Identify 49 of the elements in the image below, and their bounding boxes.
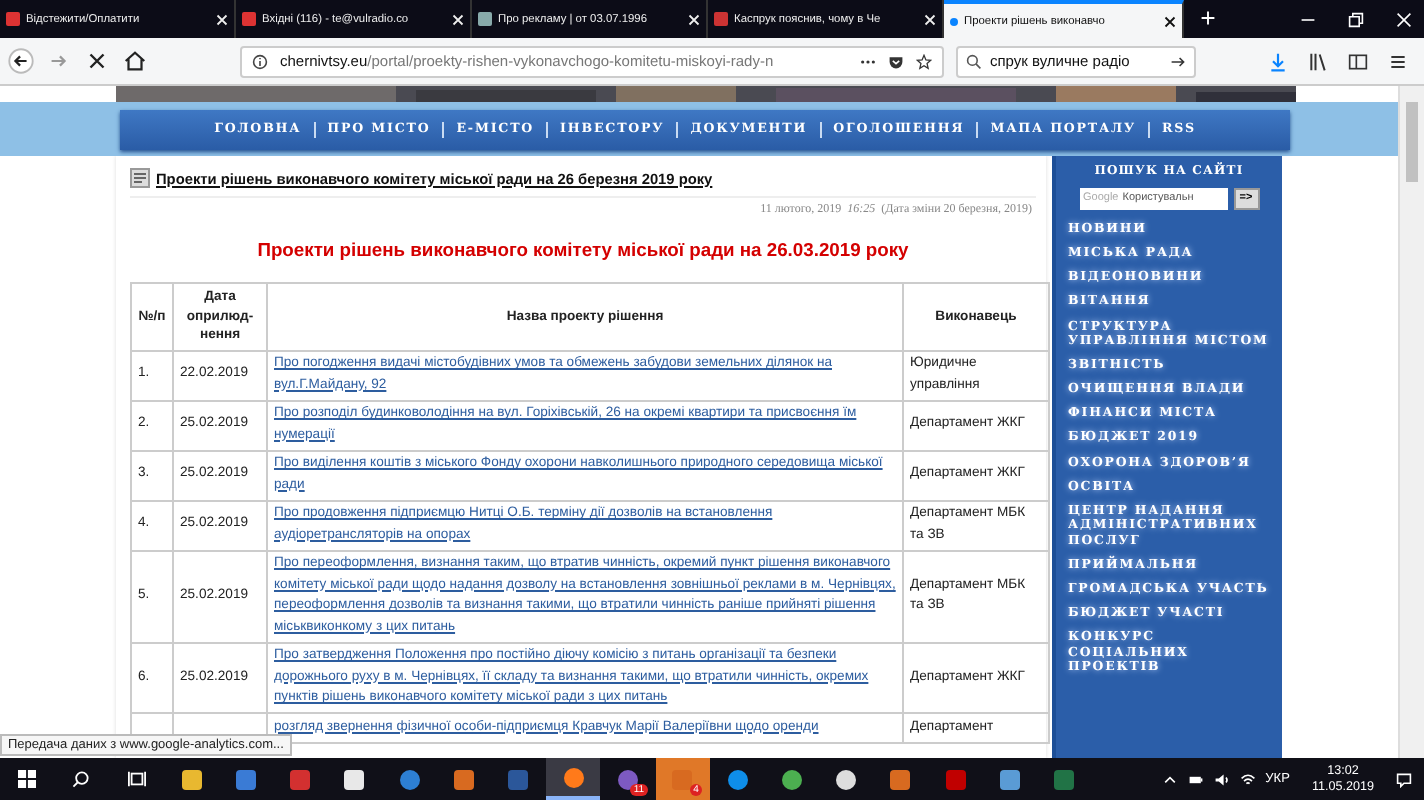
pocket-icon[interactable]	[888, 53, 904, 69]
scrollbar[interactable]	[1398, 86, 1424, 758]
app-icon	[781, 769, 802, 789]
app-icon	[672, 769, 693, 789]
close-icon[interactable]	[1164, 15, 1176, 27]
page-heading: Проекти рішень виконавчого комітету міської ради на 26.03.2019 року	[255, 236, 911, 264]
app-icon	[454, 769, 475, 789]
app-icon	[563, 767, 584, 787]
chevron-up-icon[interactable]	[1161, 771, 1178, 787]
go-arrow-icon[interactable]	[1170, 53, 1186, 69]
app-icon	[836, 769, 857, 789]
app-icon	[399, 769, 420, 789]
info-icon[interactable]	[252, 53, 268, 69]
app-icon	[727, 769, 747, 789]
star-icon[interactable]	[916, 53, 932, 69]
stop-icon[interactable]	[84, 48, 110, 74]
taskbar-app-button[interactable]	[545, 758, 601, 800]
app-icon	[508, 769, 529, 789]
app-icon	[945, 769, 966, 789]
favicon-icon	[242, 12, 256, 26]
sidebar-icon[interactable]	[1348, 51, 1368, 71]
app-icon	[344, 769, 365, 789]
app-icon	[235, 769, 256, 789]
favicon-icon	[950, 17, 958, 25]
document-icon	[130, 168, 150, 188]
network-icon[interactable]	[1239, 771, 1256, 787]
battery-icon[interactable]	[1187, 771, 1204, 787]
restore-icon[interactable]	[1348, 11, 1364, 27]
windows-icon	[18, 770, 37, 788]
app-icon	[1054, 769, 1075, 789]
search-icon	[72, 770, 91, 788]
favicon-icon	[6, 12, 20, 26]
new-tab-icon[interactable]	[1200, 10, 1216, 26]
menu-icon[interactable]	[1388, 51, 1408, 71]
app-icon	[999, 769, 1020, 789]
search-icon	[966, 53, 982, 69]
back-icon[interactable]	[8, 48, 34, 74]
app-icon	[617, 769, 638, 789]
task-view-icon	[127, 770, 146, 788]
favicon-icon	[714, 12, 728, 26]
app-icon	[181, 769, 202, 789]
favicon-icon	[478, 12, 492, 26]
home-icon[interactable]	[122, 48, 148, 74]
notifications-icon[interactable]	[1396, 771, 1412, 787]
speaker-icon[interactable]	[1213, 771, 1230, 787]
app-icon	[890, 769, 911, 789]
download-icon[interactable]	[1268, 51, 1288, 71]
app-icon	[290, 769, 311, 789]
library-icon[interactable]	[1308, 51, 1328, 71]
